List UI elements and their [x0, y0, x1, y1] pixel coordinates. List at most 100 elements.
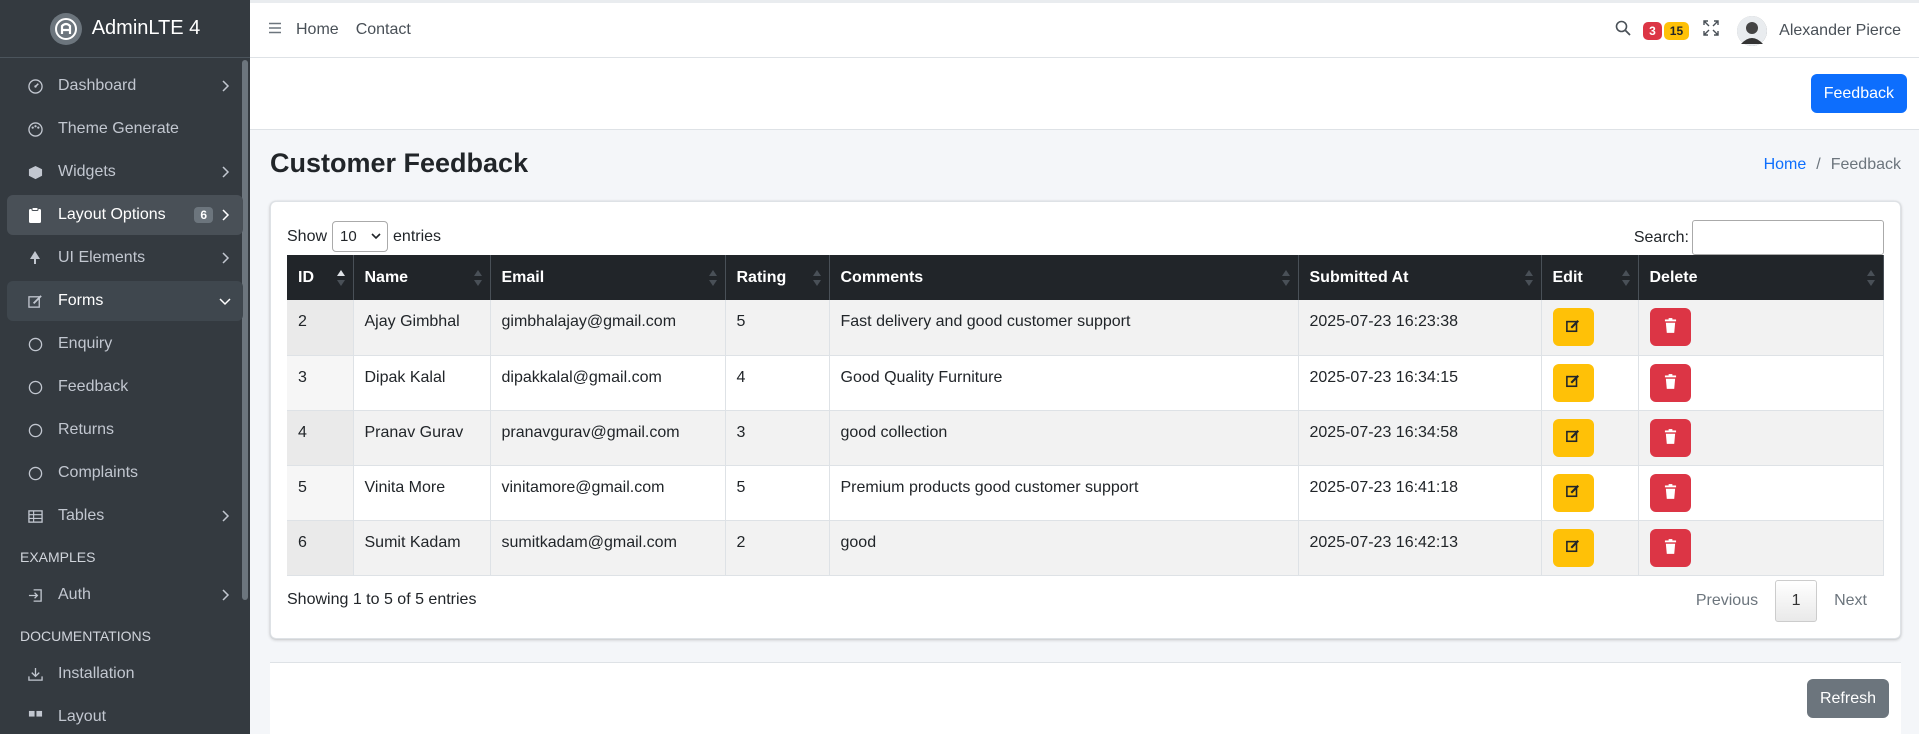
- cell-submitted-at: 2025-07-23 16:41:18: [1298, 465, 1542, 521]
- edit-button[interactable]: [1552, 473, 1594, 512]
- user-name[interactable]: Alexander Pierce: [1779, 22, 1901, 40]
- entries-label: entries: [393, 227, 442, 245]
- circle-icon: [27, 465, 43, 481]
- pencil-square-icon: [1566, 484, 1580, 501]
- pagination-previous[interactable]: Previous: [1679, 592, 1775, 610]
- show-label: Show: [287, 227, 328, 245]
- page-title: Customer Feedback: [270, 148, 529, 178]
- breadcrumb-current: Feedback: [1830, 156, 1901, 173]
- column-header-label: Name: [364, 268, 409, 286]
- messages-badge[interactable]: 3: [1643, 21, 1662, 40]
- tree-icon: [27, 250, 43, 266]
- edit-button[interactable]: [1552, 528, 1594, 567]
- sidebar-item-feedback[interactable]: Feedback: [7, 367, 243, 407]
- breadcrumb-home[interactable]: Home: [1764, 156, 1807, 174]
- pencil-square-icon: [1566, 319, 1580, 336]
- layout-options-badge: 6: [194, 207, 213, 223]
- table-row: 4 Pranav Gurav pranavgurav@gmail.com 3 good …: [287, 410, 1884, 466]
- search-input[interactable]: [1692, 220, 1884, 255]
- nav-link-contact[interactable]: Contact: [356, 21, 411, 39]
- edit-button[interactable]: [1552, 418, 1594, 457]
- cell-edit: [1541, 465, 1639, 521]
- circle-icon: [27, 336, 43, 352]
- table-row: 2 Ajay Gimbhal gimbhalajay@gmail.com 5 Fast …: [287, 300, 1884, 356]
- sidebar-item-label: Feedback: [58, 378, 129, 395]
- column-header-edit[interactable]: Edit: [1541, 255, 1639, 300]
- sidebar-item-label: Tables: [58, 507, 105, 524]
- sidebar-item-layout[interactable]: Layout: [7, 697, 243, 734]
- circle-icon: [27, 379, 43, 395]
- sort-icon: [812, 270, 821, 286]
- search-icon[interactable]: [1615, 20, 1631, 41]
- sidebar-header-examples: EXAMPLES: [20, 549, 96, 565]
- delete-button[interactable]: [1649, 528, 1691, 567]
- delete-button[interactable]: [1649, 308, 1691, 346]
- footer-action-bar: Refresh: [270, 662, 1901, 734]
- table-search: Search:: [1634, 220, 1884, 255]
- sort-icon: [1867, 270, 1875, 286]
- brand[interactable]: AdminLTE 4: [0, 0, 250, 58]
- edit-button[interactable]: [1552, 308, 1594, 346]
- chevron-right-icon: [222, 209, 230, 221]
- column-header-delete[interactable]: Delete: [1638, 255, 1884, 300]
- cell-rating: 2: [725, 520, 830, 576]
- trash-icon: [1664, 373, 1677, 392]
- cell-delete: [1638, 410, 1884, 466]
- column-header-id[interactable]: ID: [287, 255, 354, 300]
- delete-button[interactable]: [1649, 418, 1691, 457]
- column-header-submitted-at[interactable]: Submitted At: [1298, 255, 1542, 300]
- cell-edit: [1541, 410, 1639, 466]
- pagination: Previous 1 Next: [1679, 580, 1884, 622]
- sidebar-item-ui-elements[interactable]: UI Elements: [7, 238, 243, 278]
- fullscreen-icon[interactable]: [1703, 20, 1719, 41]
- sidebar-item-auth[interactable]: Auth: [7, 575, 243, 615]
- column-header-rating[interactable]: Rating: [725, 255, 830, 300]
- cell-edit: [1541, 520, 1639, 576]
- cell-delete: [1638, 300, 1884, 356]
- sidebar-item-label: Layout Options: [58, 206, 166, 223]
- sidebar-item-theme-generate[interactable]: Theme Generate: [7, 109, 243, 149]
- pagination-page-current[interactable]: 1: [1775, 580, 1818, 622]
- nav-link-home[interactable]: Home: [296, 21, 339, 39]
- table-header-row: ID Name Email Rating Comments Submitted …: [287, 255, 1884, 300]
- column-header-comments[interactable]: Comments: [829, 255, 1299, 300]
- sidebar-item-enquiry[interactable]: Enquiry: [7, 324, 243, 364]
- sidebar-item-label: Forms: [58, 292, 104, 309]
- pencil-square-icon: [1566, 374, 1580, 391]
- sidebar-item-tables[interactable]: Tables: [7, 496, 243, 536]
- sort-icon: [1524, 270, 1533, 286]
- trash-icon: [1664, 538, 1677, 557]
- refresh-button[interactable]: Refresh: [1806, 679, 1889, 718]
- cell-email: vinitamore@gmail.com: [490, 465, 726, 521]
- sidebar-item-layout-options[interactable]: Layout Options 6: [7, 195, 243, 235]
- entries-select[interactable]: 10: [332, 221, 389, 252]
- sidebar-item-returns[interactable]: Returns: [7, 410, 243, 450]
- sidebar-item-label: Layout: [58, 708, 107, 725]
- feedback-button[interactable]: Feedback: [1810, 74, 1907, 113]
- sidebar-item-label: Dashboard: [58, 77, 137, 94]
- notifications-badge[interactable]: 15: [1663, 21, 1690, 40]
- cell-comments: good: [829, 520, 1299, 576]
- cell-submitted-at: 2025-07-23 16:34:58: [1298, 410, 1542, 466]
- delete-button[interactable]: [1649, 363, 1691, 402]
- pagination-next[interactable]: Next: [1817, 592, 1884, 610]
- sidebar-item-dashboard[interactable]: Dashboard: [7, 66, 243, 106]
- sidebar-item-forms[interactable]: Forms: [7, 281, 243, 321]
- speedometer-icon: [27, 78, 43, 94]
- user-avatar[interactable]: [1737, 15, 1768, 46]
- cell-id: 3: [287, 355, 354, 411]
- breadcrumb: Home / Feedback: [1764, 156, 1901, 174]
- edit-button[interactable]: [1552, 363, 1594, 402]
- sidebar-item-widgets[interactable]: Widgets: [7, 152, 243, 192]
- sidebar-item-complaints[interactable]: Complaints: [7, 453, 243, 493]
- delete-button[interactable]: [1649, 473, 1691, 512]
- column-header-email[interactable]: Email: [490, 255, 726, 300]
- menu-toggle-icon[interactable]: [268, 21, 282, 39]
- sidebar-item-installation[interactable]: Installation: [7, 654, 243, 694]
- cell-name: Ajay Gimbhal: [353, 300, 491, 356]
- pencil-square-icon: [27, 293, 43, 309]
- trash-icon: [1664, 483, 1677, 502]
- feedback-table: ID Name Email Rating Comments Submitted …: [287, 255, 1884, 576]
- column-header-name[interactable]: Name: [353, 255, 491, 300]
- cell-edit: [1541, 355, 1639, 411]
